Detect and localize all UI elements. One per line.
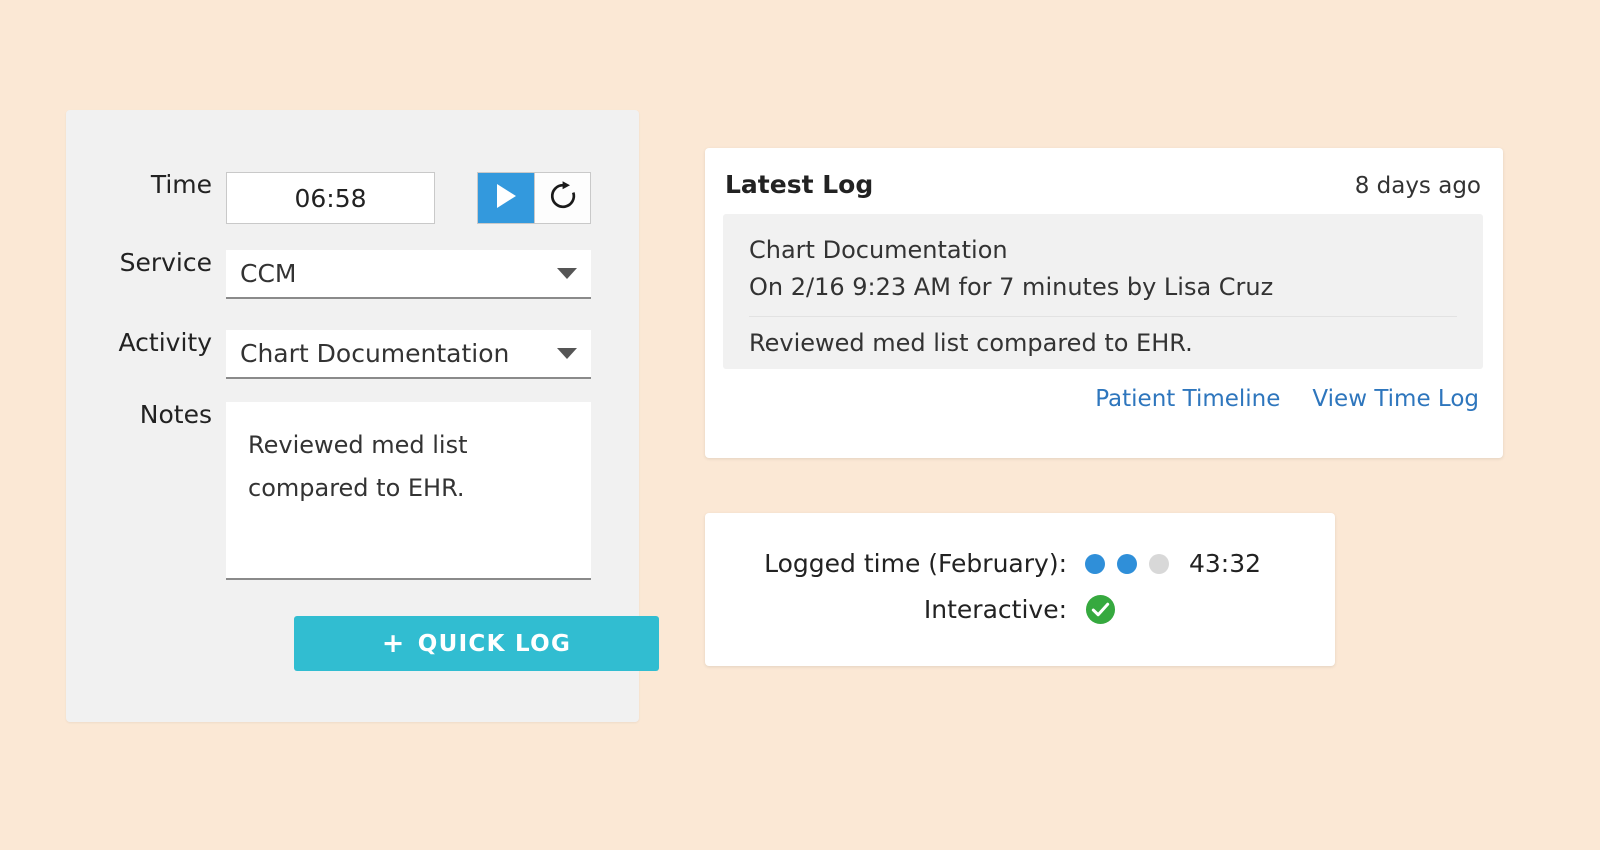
service-row: Service CCM	[66, 250, 591, 299]
notes-input[interactable]: Reviewed med list compared to EHR.	[226, 402, 591, 580]
latest-log-meta: On 2/16 9:23 AM for 7 minutes by Lisa Cr…	[749, 273, 1274, 302]
logged-time-progress-dots	[1085, 553, 1169, 574]
plus-icon: +	[381, 628, 406, 659]
patient-timeline-link[interactable]: Patient Timeline	[1095, 386, 1280, 412]
progress-dot	[1149, 553, 1169, 574]
latest-log-activity: Chart Documentation	[749, 236, 1008, 264]
latest-log-note: Reviewed med list compared to EHR.	[749, 329, 1193, 358]
activity-label: Activity	[118, 328, 213, 357]
latest-log-body: Chart Documentation On 2/16 9:23 AM for …	[723, 214, 1483, 369]
refresh-icon	[548, 181, 578, 215]
divider	[749, 316, 1457, 318]
view-time-log-link[interactable]: View Time Log	[1312, 386, 1479, 412]
interactive-row: Interactive:	[705, 594, 1335, 625]
logged-time-label: Logged time (February):	[764, 549, 1067, 578]
interactive-label: Interactive:	[923, 595, 1067, 624]
logged-time-value: 43:32	[1189, 549, 1262, 578]
latest-log-links: Patient Timeline View Time Log	[723, 386, 1483, 412]
time-label: Time	[150, 170, 212, 199]
time-row: Time 06:58	[66, 172, 591, 224]
logged-time-row: Logged time (February): 43:32	[705, 549, 1335, 578]
progress-dot	[1085, 553, 1105, 574]
quick-log-label: QUICK LOG	[417, 630, 572, 657]
activity-value: Chart Documentation	[240, 339, 510, 368]
activity-row: Activity Chart Documentation	[66, 330, 591, 379]
service-value: CCM	[240, 259, 297, 288]
latest-log-timeago: 8 days ago	[1354, 173, 1481, 199]
time-input[interactable]: 06:58	[226, 172, 435, 224]
latest-log-card: Latest Log 8 days ago Chart Documentatio…	[705, 148, 1503, 458]
latest-log-title: Latest Log	[725, 170, 874, 199]
notes-label: Notes	[139, 400, 212, 429]
time-entry-panel: Time 06:58 Service CCM Activity Chart Do…	[66, 110, 659, 722]
service-select[interactable]: CCM	[226, 250, 591, 299]
chevron-down-icon	[557, 348, 577, 359]
activity-select[interactable]: Chart Documentation	[226, 330, 591, 379]
chevron-down-icon	[557, 268, 577, 279]
progress-dot	[1117, 553, 1137, 574]
reset-timer-button[interactable]	[534, 173, 590, 223]
play-icon	[495, 183, 517, 213]
time-value: 06:58	[294, 183, 367, 213]
summary-card: Logged time (February): 43:32 Interactiv…	[705, 513, 1335, 666]
latest-log-header: Latest Log 8 days ago	[723, 170, 1483, 199]
timer-controls	[477, 172, 591, 224]
notes-row: Notes Reviewed med list compared to EHR.	[66, 402, 591, 580]
quick-log-button[interactable]: + QUICK LOG	[294, 616, 659, 671]
start-timer-button[interactable]	[478, 173, 534, 223]
service-label: Service	[119, 248, 212, 277]
check-circle-icon	[1085, 594, 1116, 625]
